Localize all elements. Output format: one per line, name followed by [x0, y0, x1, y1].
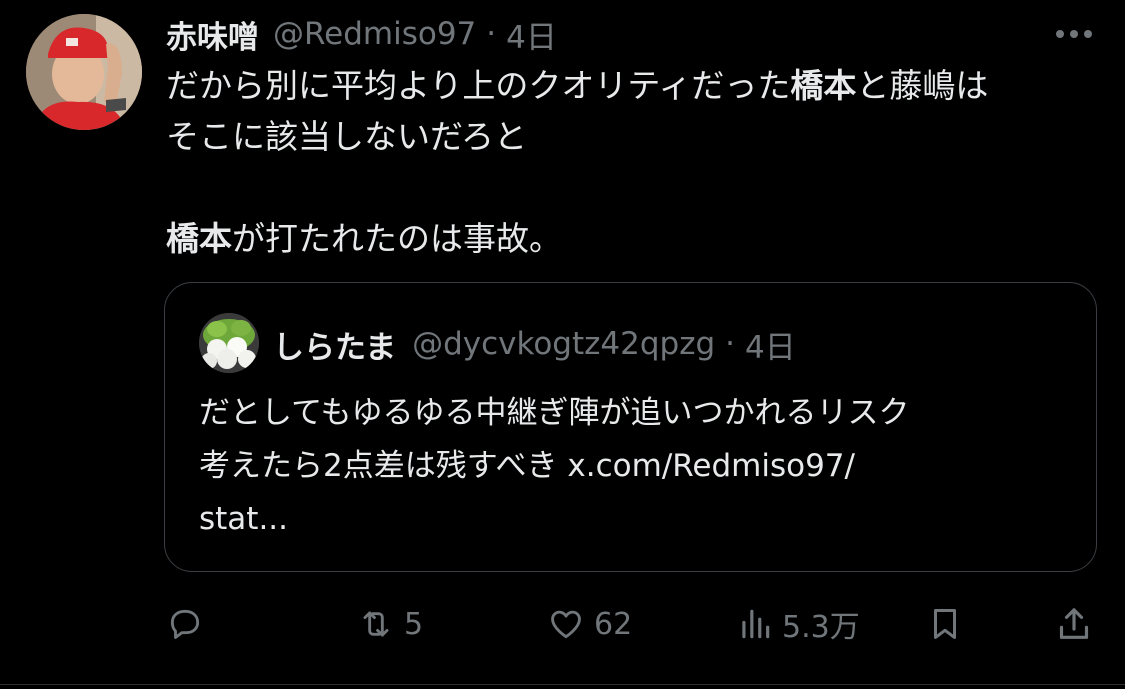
header-separator: · — [486, 16, 497, 52]
quoted-text-line: stat... — [199, 501, 289, 537]
views-icon — [742, 609, 770, 639]
quoted-tweet-time[interactable]: 4日 — [745, 322, 796, 367]
reply-button[interactable] — [166, 598, 212, 650]
tweet-action-bar: 5 62 5.3万 — [0, 598, 1125, 650]
tweet-text-line: 橋本が打たれたのは事故。 — [166, 213, 1096, 264]
author-avatar[interactable] — [26, 14, 142, 130]
quoted-author-handle[interactable]: @dycvkogtz42qpzg — [412, 326, 715, 362]
divider — [0, 684, 1125, 685]
like-button[interactable]: 62 — [546, 598, 632, 650]
quoted-author-avatar[interactable] — [199, 313, 259, 373]
views-button[interactable]: 5.3万 — [736, 598, 860, 650]
avatar-photo — [199, 313, 259, 373]
text-segment: が打たれたのは事故。 — [232, 219, 562, 258]
share-icon — [1059, 608, 1089, 639]
reply-icon — [170, 609, 200, 639]
bookmark-button[interactable] — [926, 598, 964, 650]
header-separator: · — [725, 326, 736, 362]
bold-text-segment: 橋本 — [166, 219, 232, 258]
bookmark-icon — [933, 609, 957, 639]
retweet-count: 5 — [404, 606, 424, 642]
quoted-text-line: 考えたら2点差は残すべき x.com/Redmiso97/ — [199, 448, 855, 484]
tweet-header: 赤味噌 @Redmiso97 · 4日 — [166, 10, 557, 58]
heart-icon — [551, 610, 581, 639]
text-segment: と藤嶋は — [856, 66, 989, 105]
bold-text-segment: 橋本 — [790, 66, 857, 105]
author-display-name[interactable]: 赤味噌 — [166, 12, 259, 57]
quoted-tweet-text: だとしてもゆるゆる中継ぎ陣が追いつかれるリスク 考えたら2点差は残すべき x.c… — [199, 387, 1079, 546]
retweet-icon — [363, 611, 389, 637]
views-count: 5.3万 — [782, 610, 860, 645]
quoted-author-display-name[interactable]: しらたま — [273, 322, 396, 367]
share-button[interactable] — [1054, 598, 1094, 650]
avatar-photo — [26, 14, 142, 130]
quoted-tweet-header: しらたま @dycvkogtz42qpzg · 4日 — [273, 319, 796, 369]
retweet-button[interactable]: 5 — [356, 598, 423, 650]
more-options-button[interactable] — [1051, 14, 1097, 54]
tweet-text-line: だから別に平均より上のクオリティだった橋本と藤嶋は — [166, 60, 1096, 111]
tweet[interactable]: 赤味噌 @Redmiso97 · 4日 だから別に平均より上のクオリティだった橋… — [0, 0, 1125, 689]
author-handle[interactable]: @Redmiso97 — [273, 16, 476, 52]
text-segment: だから別に平均より上のクオリティだった — [166, 66, 791, 105]
tweet-text-line: そこに該当しないだろと — [166, 117, 528, 156]
tweet-time[interactable]: 4日 — [506, 12, 557, 57]
tweet-text: だから別に平均より上のクオリティだった橋本と藤嶋は そこに該当しないだろと 橋本… — [166, 60, 1096, 264]
more-icon — [1056, 30, 1092, 38]
quoted-text-line: だとしてもゆるゆる中継ぎ陣が追いつかれるリスク — [199, 395, 910, 431]
like-count: 62 — [594, 606, 633, 642]
quoted-tweet[interactable]: しらたま @dycvkogtz42qpzg · 4日 だとしてもゆるゆる中継ぎ陣… — [164, 282, 1097, 572]
